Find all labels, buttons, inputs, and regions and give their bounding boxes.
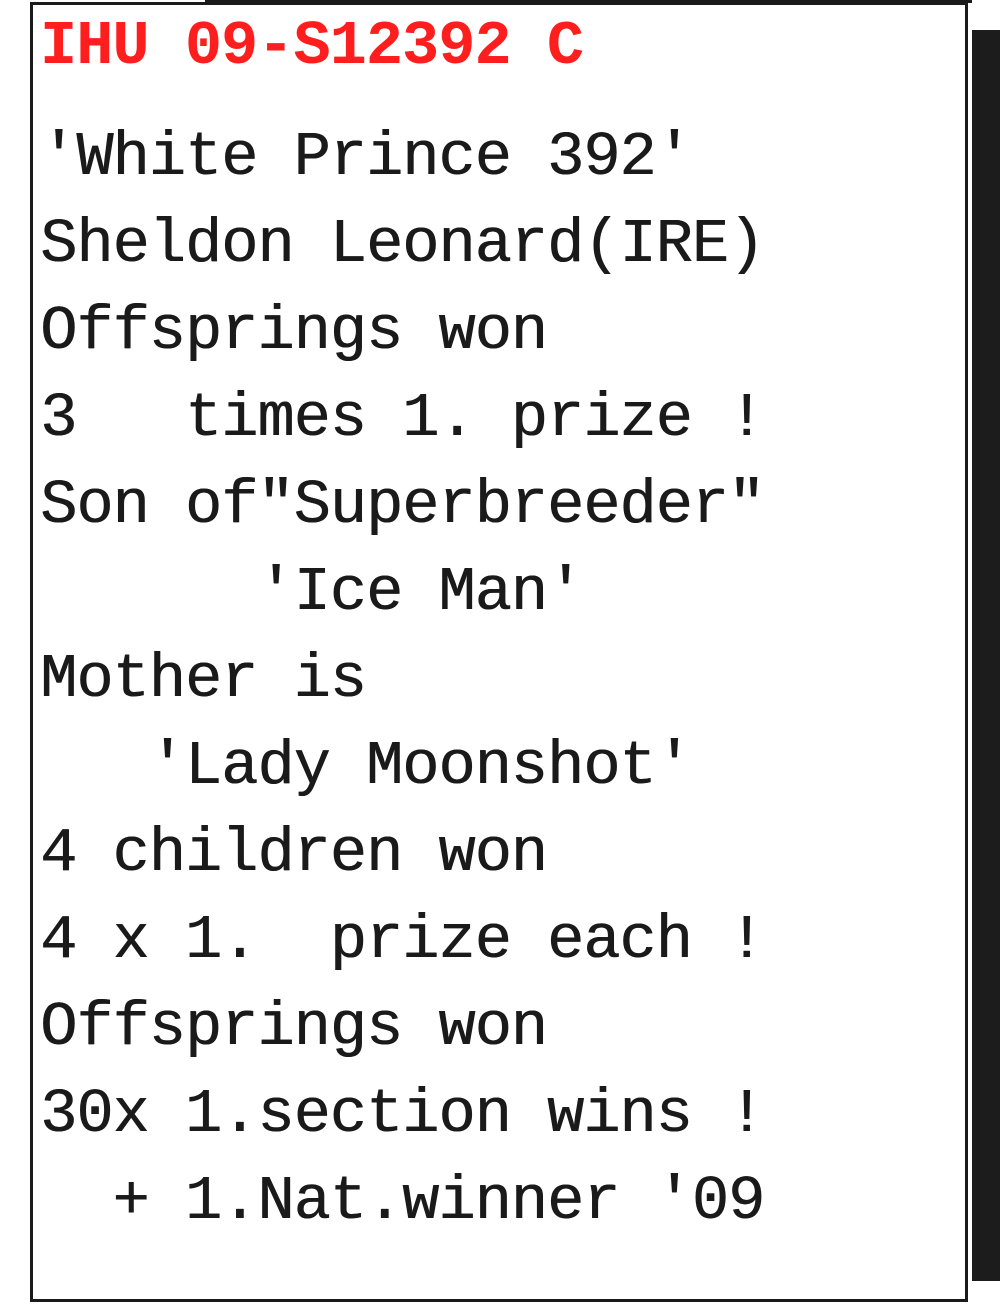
card-line-prize-each: 4 x 1. prize each !	[40, 905, 765, 976]
card-line-mother: Mother is	[40, 644, 367, 715]
card-shadow	[972, 30, 1000, 1281]
card-line-name: 'White Prince 392'	[40, 122, 693, 193]
card-line-son-of: Son of"Superbreeder"	[40, 470, 765, 541]
ring-number-header: IHU 09-S12392 C	[40, 11, 584, 82]
card-line-offsprings: Offsprings won	[40, 296, 548, 367]
card-line-section-wins: 30x 1.section wins !	[40, 1079, 765, 1150]
card-line-children: 4 children won	[40, 818, 548, 889]
card-line-nat-winner: + 1.Nat.winner '09	[40, 1166, 765, 1237]
card-line-sire: Sheldon Leonard(IRE)	[40, 209, 765, 280]
card-line-offsprings-2: Offsprings won	[40, 992, 548, 1063]
card-line-ice-man: 'Ice Man'	[40, 557, 584, 628]
card-text: IHU 09-S12392 C 'White Prince 392' Sheld…	[40, 14, 960, 1245]
card-line-lady-moonshot: 'Lady Moonshot'	[40, 731, 693, 802]
card-line-prizes: 3 times 1. prize !	[40, 383, 765, 454]
